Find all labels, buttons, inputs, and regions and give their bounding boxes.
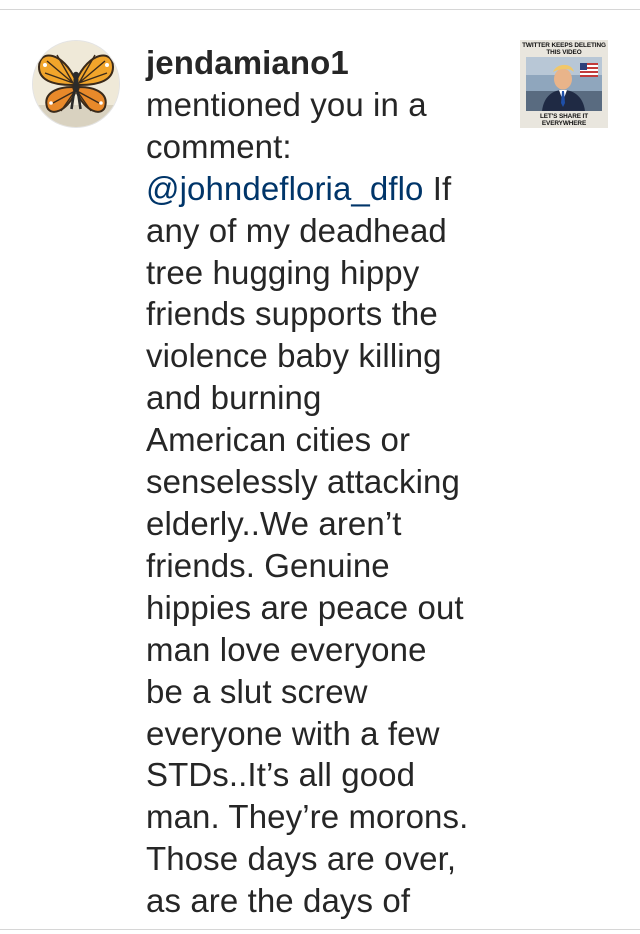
thumbnail-caption-bottom: LET'S SHARE IT EVERYWHERE <box>520 113 608 127</box>
comment-line: STDs..It’s all good <box>146 756 416 794</box>
comment-line: and burning <box>146 379 322 417</box>
action-text-cont: comment: <box>146 127 292 165</box>
comment-line: everyone with a few <box>146 714 440 752</box>
post-thumbnail[interactable]: TWITTER KEEPS DELETING THIS VIDEO LET'S … <box>520 40 608 128</box>
comment-line: man love everyone <box>146 630 427 668</box>
mention-link[interactable]: @johndefloria_dflo <box>146 170 423 207</box>
thumbnail-caption-line: LET'S SHARE IT <box>539 113 589 120</box>
comment-line: be a slut screw <box>146 672 368 710</box>
thumbnail-caption-top: TWITTER KEEPS DELETING THIS VIDEO <box>520 42 608 56</box>
thumbnail-caption-line: TWITTER KEEPS DELETING <box>522 42 606 49</box>
comment-line: senselessly attacking <box>146 463 460 501</box>
comment-line: Those days are over, <box>146 840 457 878</box>
thumbnail-caption-line: EVERYWHERE <box>541 120 587 127</box>
top-divider <box>0 9 640 10</box>
bottom-divider <box>0 929 640 930</box>
comment-line: any of my deadhead <box>146 211 447 249</box>
comment-line: friends. Genuine <box>146 546 390 584</box>
comment-line: as are the days of <box>146 882 411 920</box>
comment-line: man. They’re morons. <box>146 798 469 836</box>
comment-line: If <box>432 169 452 207</box>
comment-line: hippies are peace out <box>146 588 464 626</box>
action-text: mentioned you in a <box>146 85 427 123</box>
user-avatar[interactable] <box>33 41 119 127</box>
comment-line: friends supports the <box>146 295 438 333</box>
video-frame-image <box>526 57 602 111</box>
comment-line: American cities or <box>146 421 411 459</box>
username-link[interactable]: jendamiano1 <box>146 44 349 81</box>
butterfly-mural-image <box>33 41 119 127</box>
comment-line: elderly..We aren’t <box>146 504 402 542</box>
comment-line: tree hugging hippy <box>146 253 420 291</box>
comment-line: violence baby killing <box>146 337 442 375</box>
thumbnail-caption-line: THIS VIDEO <box>546 49 582 56</box>
notification-text[interactable]: jendamiano1 mentioned you in a comment: … <box>146 42 516 922</box>
